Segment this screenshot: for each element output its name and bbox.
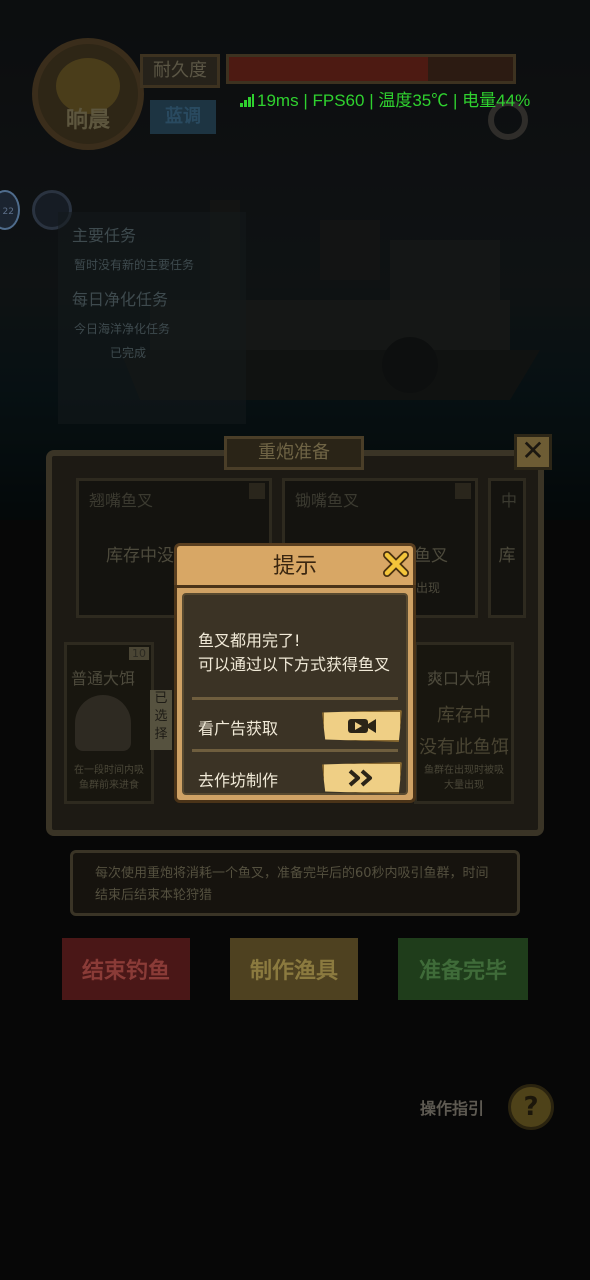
close-icon[interactable]	[380, 548, 412, 580]
durability-bar	[226, 54, 516, 84]
bait-name: 爽口大饵	[427, 669, 492, 688]
durability-fill	[229, 57, 428, 81]
bait-stock-msg: 库存中	[437, 705, 491, 726]
performance-status: 19ms | FPS60 | 温度35℃ | 电量44%	[240, 86, 530, 111]
cannon-info-text: 每次使用重炮将消耗一个鱼叉，准备完毕后的60秒内吸引鱼群，时间结束后结束本轮狩猎	[70, 850, 520, 916]
main-task-title: 主要任务	[72, 226, 137, 245]
hint-dialog: 鱼叉都用完了! 可以通过以下方式获得鱼叉 看广告获取 去作坊制作	[174, 585, 416, 803]
dialog-message: 鱼叉都用完了!	[198, 631, 301, 650]
watch-ad-label: 看广告获取	[198, 719, 279, 738]
ping-text: 19ms	[257, 91, 299, 110]
slot-tag	[455, 483, 471, 499]
harpoon-name: 中	[501, 491, 518, 510]
daily-task-status: 已完成	[110, 346, 147, 360]
daily-task-desc: 今日海洋净化任务	[74, 322, 171, 336]
double-chevron-right-icon	[348, 769, 372, 787]
close-icon-glyph	[383, 551, 409, 577]
workshop-label: 去作坊制作	[198, 771, 279, 790]
bait-desc: 鱼群在出现时被吸 大量出现	[424, 765, 504, 791]
harpoon-slot[interactable]: 中 库	[488, 478, 526, 618]
durability-label: 耐久度	[140, 54, 220, 88]
bait-desc: 在一段时间内吸 鱼群前来进食	[74, 765, 144, 791]
dialog-body: 鱼叉都用完了! 可以通过以下方式获得鱼叉 看广告获取 去作坊制作	[182, 593, 408, 795]
bait-slot[interactable]: 10 普通大饵 在一段时间内吸 鱼群前来进食	[64, 642, 154, 804]
panel-close-button[interactable]: ✕	[514, 434, 552, 470]
guide-label[interactable]: 操作指引	[420, 1095, 484, 1119]
fps-text: FPS60	[312, 91, 365, 110]
battery-text: 电量44%	[462, 91, 531, 110]
bait-basket-icon	[75, 695, 131, 751]
daily-task-title: 每日净化任务	[72, 290, 169, 309]
help-icon[interactable]: ?	[508, 1084, 554, 1130]
end-fishing-button[interactable]: 结束钓鱼	[62, 938, 190, 1000]
day-time-dial[interactable]: 晌晨	[32, 38, 144, 150]
ready-button[interactable]: 准备完毕	[398, 938, 528, 1000]
separator: |	[303, 91, 308, 110]
temperature-text: 温度35℃	[378, 91, 449, 110]
video-camera-icon	[348, 719, 376, 733]
make-gear-button[interactable]: 制作渔具	[230, 938, 358, 1000]
separator: |	[453, 91, 458, 110]
task-panel: 主要任务 暂时没有新的主要任务 每日净化任务 今日海洋净化任务 已完成	[58, 212, 246, 424]
watch-ad-button[interactable]	[322, 710, 402, 742]
signal-icon	[240, 94, 254, 107]
divider	[192, 749, 398, 752]
harpoon-name: 锄嘴鱼叉	[295, 491, 360, 510]
bait-selected-tag: 已选择	[150, 690, 172, 750]
bait-name: 普通大饵	[71, 669, 136, 688]
go-workshop-button[interactable]	[322, 762, 402, 794]
separator: |	[369, 91, 374, 110]
bait-count: 10	[129, 647, 149, 660]
divider	[192, 697, 398, 700]
panel-title: 重炮准备	[224, 436, 364, 470]
time-label: 晌晨	[65, 108, 110, 133]
bait-stock-msg: 没有此鱼饵	[419, 737, 509, 758]
slot-tag	[249, 483, 265, 499]
blue-mode-button[interactable]: 蓝调	[150, 100, 216, 134]
dialog-message: 可以通过以下方式获得鱼叉	[198, 655, 391, 674]
harpoon-stock-msg: 库	[498, 546, 516, 566]
harpoon-name: 翘嘴鱼叉	[89, 491, 154, 510]
main-task-desc: 暂时没有新的主要任务	[74, 258, 195, 272]
bait-slot[interactable]: 爽口大饵 库存中 没有此鱼饵 鱼群在出现时被吸 大量出现	[414, 642, 514, 804]
